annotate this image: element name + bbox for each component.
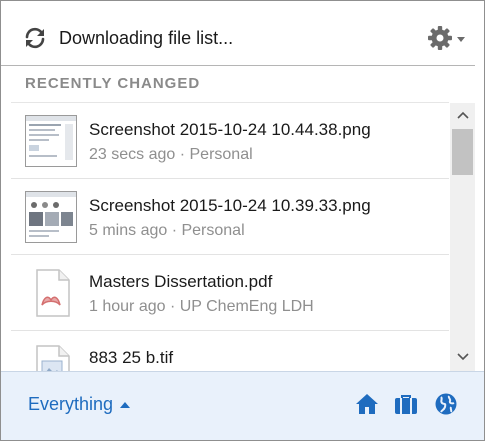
settings-button[interactable] (427, 25, 467, 51)
file-name: Masters Dissertation.pdf (89, 272, 273, 291)
gear-icon (428, 26, 465, 50)
section-title: RECENTLY CHANGED (25, 75, 201, 92)
list-item[interactable]: 883 25 b.tif (11, 331, 449, 371)
panel-edge (475, 65, 484, 371)
file-name: 883 25 b.tif (89, 348, 174, 367)
file-list: Screenshot 2015-10-24 10.44.38.png 23 se… (11, 103, 449, 371)
chevron-down-icon (456, 353, 469, 361)
chevron-up-icon (456, 111, 469, 119)
briefcase-icon[interactable] (394, 392, 418, 416)
filter-dropdown-button[interactable]: Everything (28, 394, 131, 415)
file-meta: 1 hour ago · UP ChemEng LDH (89, 298, 314, 315)
dropbox-panel: Downloading file list... RECENTLY CHANGE… (0, 0, 485, 441)
screenshot-thumbnail-icon (25, 191, 77, 243)
home-icon[interactable] (355, 392, 379, 416)
pdf-file-icon (36, 269, 70, 317)
status-text: Downloading file list... (59, 28, 234, 48)
footer: Everything (1, 371, 484, 440)
chevron-down-icon (457, 37, 465, 42)
scroll-down-button[interactable] (450, 347, 475, 367)
file-meta: 5 mins ago · Personal (89, 222, 245, 239)
list-item[interactable]: Masters Dissertation.pdf 1 hour ago · UP… (11, 255, 449, 331)
scroll-up-button[interactable] (450, 105, 475, 125)
scroll-thumb[interactable] (452, 129, 473, 175)
list-item[interactable]: Screenshot 2015-10-24 10.44.38.png 23 se… (11, 103, 449, 179)
screenshot-thumbnail-icon (25, 115, 77, 167)
sync-icon (25, 27, 45, 49)
image-file-icon (36, 345, 70, 371)
header: Downloading file list... (1, 1, 484, 66)
file-name: Screenshot 2015-10-24 10.44.38.png (89, 120, 371, 139)
filter-label: Everything (28, 394, 114, 414)
list-item[interactable]: Screenshot 2015-10-24 10.39.33.png 5 min… (11, 179, 449, 255)
file-name: Screenshot 2015-10-24 10.39.33.png (89, 196, 371, 215)
scrollbar[interactable] (450, 103, 475, 371)
globe-icon[interactable] (434, 392, 458, 416)
file-meta: 23 secs ago · Personal (89, 146, 253, 163)
caret-up-icon (120, 401, 131, 408)
